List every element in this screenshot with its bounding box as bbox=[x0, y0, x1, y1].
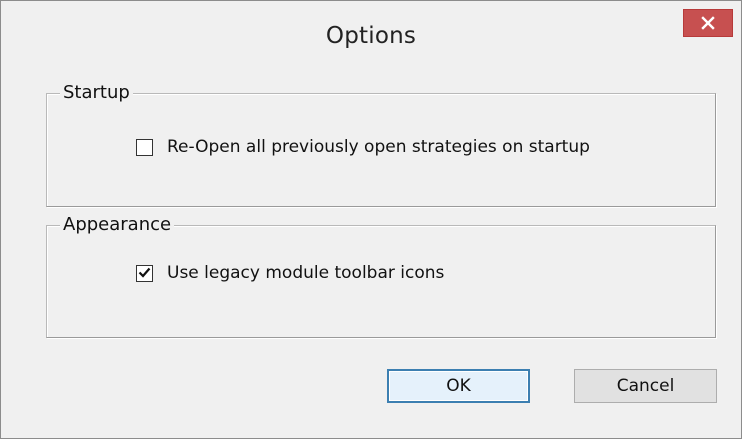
close-icon bbox=[701, 16, 715, 30]
title-bar[interactable]: Options bbox=[1, 1, 741, 69]
legacy-icons-label[interactable]: Use legacy module toolbar icons bbox=[167, 263, 444, 283]
legacy-icons-option[interactable]: Use legacy module toolbar icons bbox=[136, 263, 444, 283]
reopen-strategies-checkbox[interactable] bbox=[136, 138, 153, 156]
checkmark-icon bbox=[138, 264, 151, 283]
reopen-strategies-option[interactable]: Re-Open all previously open strategies o… bbox=[136, 137, 590, 157]
startup-group-title: Startup bbox=[60, 80, 133, 106]
ok-button[interactable]: OK bbox=[387, 369, 530, 403]
legacy-icons-checkbox[interactable] bbox=[136, 264, 153, 283]
dialog-title: Options bbox=[325, 23, 417, 49]
startup-groupbox: Startup Re-Open all previously open stra… bbox=[46, 80, 716, 207]
cancel-button[interactable]: Cancel bbox=[574, 369, 717, 403]
appearance-group-title: Appearance bbox=[60, 212, 175, 238]
options-dialog: Options Startup Re-Open all previously o… bbox=[0, 0, 742, 439]
appearance-groupbox: Appearance Use legacy module toolbar ico… bbox=[46, 212, 716, 338]
reopen-strategies-label[interactable]: Re-Open all previously open strategies o… bbox=[167, 137, 590, 157]
close-button[interactable] bbox=[683, 9, 733, 37]
